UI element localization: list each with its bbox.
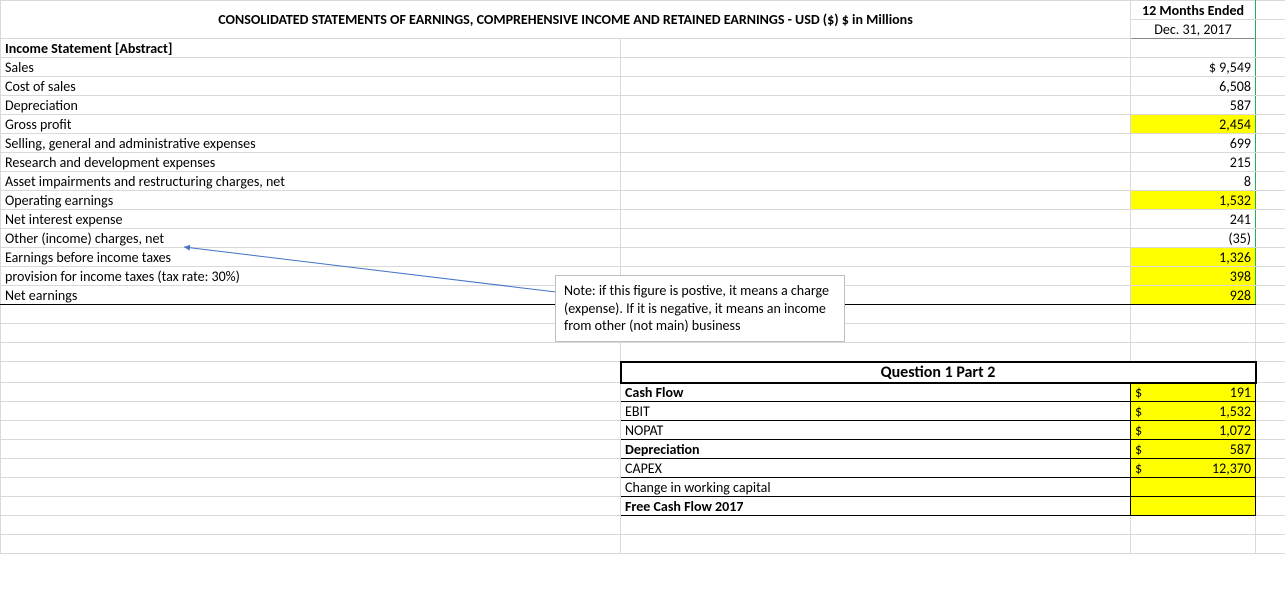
row-value: 928 (1131, 286, 1256, 305)
row-value: 6,508 (1131, 77, 1256, 96)
row-label: Sales (1, 58, 621, 77)
statement-title: CONSOLIDATED STATEMENTS OF EARNINGS, COM… (1, 1, 1131, 39)
q-row-value: $12,370 (1131, 459, 1256, 478)
row-value: (35) (1131, 229, 1256, 248)
row-value: 398 (1131, 267, 1256, 286)
q-row-value: $1,532 (1131, 402, 1256, 421)
row-value: 1,326 (1131, 248, 1256, 267)
section-title: Income Statement [Abstract] (1, 39, 621, 58)
q-row-label: Cash Flow (621, 383, 1131, 402)
q-row-label: CAPEX (621, 459, 1131, 478)
row-label: Earnings before income taxes (1, 248, 621, 267)
row-label: Research and development expenses (1, 153, 621, 172)
row-label: Asset impairments and restructuring char… (1, 172, 621, 191)
period-date: Dec. 31, 2017 (1131, 20, 1256, 39)
q-row-value: $587 (1131, 440, 1256, 459)
row-value: $ 9,549 (1131, 58, 1256, 77)
question-title: Question 1 Part 2 (621, 362, 1256, 383)
row-label: Operating earnings (1, 191, 621, 210)
q-row-value (1131, 497, 1256, 516)
row-label: Net interest expense (1, 210, 621, 229)
q-row-value: $191 (1131, 383, 1256, 402)
period-label: 12 Months Ended (1131, 1, 1256, 20)
q-row-label: Change in working capital (621, 478, 1131, 497)
q-row-label: NOPAT (621, 421, 1131, 440)
comment-box: Note: if this figure is postive, it mean… (555, 275, 845, 342)
row-label: provision for income taxes (tax rate: 30… (1, 267, 621, 286)
row-label: Other (income) charges, net (1, 229, 621, 248)
q-row-value (1131, 478, 1256, 497)
row-label: Selling, general and administrative expe… (1, 134, 621, 153)
q-row-label: Depreciation (621, 440, 1131, 459)
row-value: 8 (1131, 172, 1256, 191)
row-label: Cost of sales (1, 77, 621, 96)
q-row-value: $1,072 (1131, 421, 1256, 440)
row-value: 2,454 (1131, 115, 1256, 134)
row-label: Net earnings (1, 286, 621, 305)
row-label: Gross profit (1, 115, 621, 134)
row-value: 1,532 (1131, 191, 1256, 210)
q-row-label: Free Cash Flow 2017 (621, 497, 1131, 516)
row-label: Depreciation (1, 96, 621, 115)
q-row-label: EBIT (621, 402, 1131, 421)
row-value: 215 (1131, 153, 1256, 172)
row-value: 699 (1131, 134, 1256, 153)
row-value: 241 (1131, 210, 1256, 229)
row-value: 587 (1131, 96, 1256, 115)
